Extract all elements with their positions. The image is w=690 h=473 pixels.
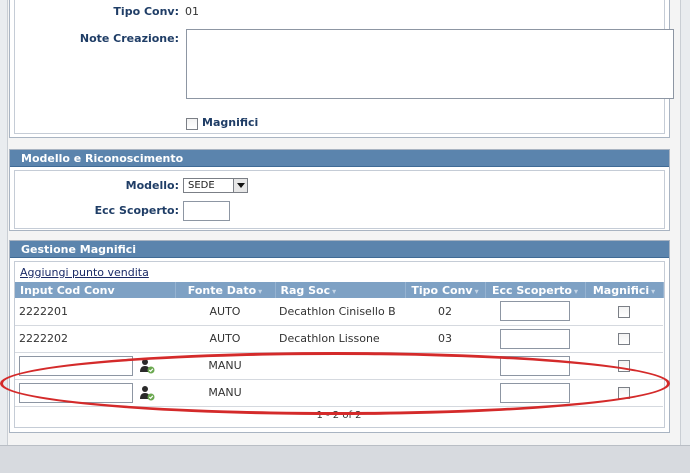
ecc-scoperto-input[interactable] — [500, 355, 570, 376]
sort-icon: ▾ — [651, 286, 656, 296]
user-check-icon[interactable] — [139, 358, 155, 374]
note-creazione-label: Note Creazione: — [79, 32, 179, 45]
cod-conv-cell: 2222202 — [15, 325, 175, 353]
fonte-dato-cell: AUTO — [175, 325, 275, 353]
sort-icon: ▾ — [474, 286, 479, 296]
ecc-scoperto-cell — [485, 379, 585, 407]
user-check-icon[interactable] — [139, 385, 155, 401]
add-punto-vendita-link[interactable]: Aggiungi punto vendita — [15, 264, 663, 282]
tipo-conv-cell — [405, 352, 485, 380]
ecc-scoperto-label: Ecc Scoperto: — [94, 204, 179, 217]
ecc-scoperto-cell — [485, 325, 585, 353]
magnifici-cell — [585, 379, 663, 407]
modello-body: Modello: SEDE Ecc Scoperto: — [14, 170, 665, 229]
magnifici-table: Input Cod Conv Fonte Dato ▾ Rag Soc ▾ Tipo… — [15, 282, 664, 407]
pager-text: 1 - 2 of 2 — [316, 410, 362, 421]
tipo-conv-cell: 02 — [405, 298, 485, 326]
ecc-scoperto-input[interactable] — [500, 301, 570, 322]
table-header-row: Input Cod Conv Fonte Dato ▾ Rag Soc ▾ Tipo… — [15, 282, 664, 298]
chevron-down-icon[interactable] — [233, 179, 247, 192]
magnifici-checkbox[interactable] — [186, 118, 198, 130]
cod-conv-cell — [15, 352, 175, 380]
rag-soc-cell — [275, 379, 405, 407]
ecc-scoperto-input[interactable] — [183, 201, 230, 221]
table-row: MANU — [15, 352, 663, 380]
col-input-cod-conv[interactable]: Input Cod Conv — [15, 282, 176, 298]
magnifici-checkbox[interactable] — [618, 387, 630, 399]
col-fonte-dato[interactable]: Fonte Dato ▾ — [175, 282, 276, 298]
cod-conv-input[interactable] — [19, 382, 133, 403]
modello-selected-value: SEDE — [188, 180, 215, 191]
ecc-scoperto-input[interactable] — [500, 382, 570, 403]
magnifici-checkbox[interactable] — [618, 360, 630, 372]
bottom-bar — [0, 445, 690, 473]
col-ecc-scoperto[interactable]: Ecc Scoperto ▾ — [485, 282, 586, 298]
modello-select[interactable]: SEDE — [183, 178, 248, 193]
table-row: 2222201 AUTO Decathlon Cinisello B 02 — [15, 298, 663, 326]
left-border — [0, 0, 8, 445]
magnifici-grid: Aggiungi punto vendita Input Cod Conv Fo… — [15, 264, 664, 421]
col-magnifici[interactable]: Magnifici ▾ — [585, 282, 664, 298]
magnifici-checkbox[interactable] — [618, 305, 630, 318]
tipo-conv-value: 01 — [185, 5, 199, 18]
col-rag-soc[interactable]: Rag Soc ▾ — [275, 282, 406, 298]
sort-icon: ▾ — [573, 286, 578, 296]
tipo-conv-label: Tipo Conv: — [113, 5, 179, 18]
fonte-dato-cell: AUTO — [175, 298, 275, 326]
rag-soc-cell: Decathlon Cinisello B — [275, 298, 405, 326]
rag-soc-cell — [275, 352, 405, 380]
magnifici-cell — [585, 352, 663, 380]
modello-label: Modello: — [125, 179, 179, 192]
ecc-scoperto-input[interactable] — [500, 328, 570, 349]
tipo-conv-cell — [405, 379, 485, 407]
right-border — [680, 0, 690, 445]
details-body: Tipo Conv: 01 Note Creazione: Magnifici — [14, 0, 674, 134]
sort-icon: ▾ — [258, 286, 263, 296]
cod-conv-input[interactable] — [19, 355, 133, 376]
sort-icon: ▾ — [332, 286, 337, 296]
fonte-dato-cell: MANU — [175, 379, 275, 407]
ecc-scoperto-cell — [485, 298, 585, 326]
gestione-body: Aggiungi punto vendita Input Cod Conv Fo… — [14, 261, 665, 428]
gestione-panel: Gestione Magnifici Aggiungi punto vendit… — [9, 240, 670, 433]
magnifici-cell — [585, 298, 663, 326]
table-row: 2222202 AUTO Decathlon Lissone 03 — [15, 325, 663, 353]
modello-section-title: Modello e Riconoscimento — [10, 150, 669, 167]
ecc-scoperto-cell — [485, 352, 585, 380]
cod-conv-cell — [15, 379, 175, 407]
magnifici-checkbox[interactable] — [618, 333, 630, 345]
modello-panel: Modello e Riconoscimento Modello: SEDE E… — [9, 149, 670, 231]
table-row: MANU — [15, 379, 663, 407]
rag-soc-cell: Decathlon Lissone — [275, 325, 405, 353]
fonte-dato-cell: MANU — [175, 352, 275, 380]
details-panel: Tipo Conv: 01 Note Creazione: Magnifici — [9, 0, 674, 138]
magnifici-label: Magnifici — [202, 116, 259, 129]
magnifici-cell — [585, 325, 663, 353]
cod-conv-cell: 2222201 — [15, 298, 175, 326]
gestione-section-title: Gestione Magnifici — [10, 241, 669, 258]
tipo-conv-cell: 03 — [405, 325, 485, 353]
col-tipo-conv[interactable]: Tipo Conv ▾ — [405, 282, 486, 298]
note-creazione-field[interactable] — [186, 29, 674, 99]
app-frame: Tipo Conv: 01 Note Creazione: Magnifici … — [0, 0, 690, 473]
